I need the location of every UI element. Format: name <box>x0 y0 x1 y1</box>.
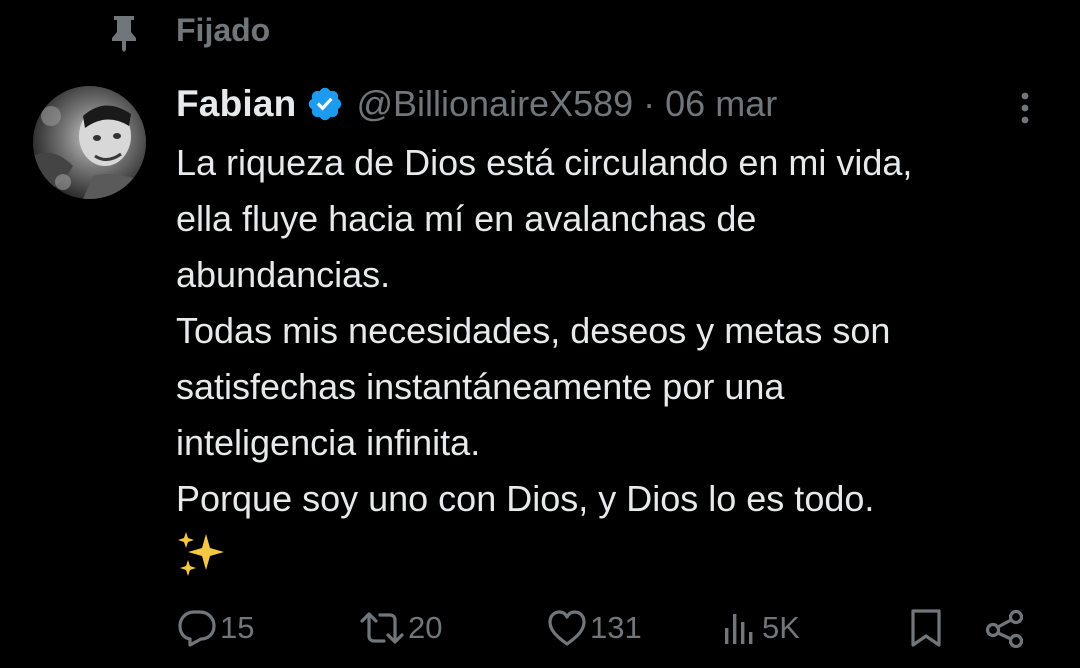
tweet-header: Fabian @BillionaireX589 · 06 mar <box>176 80 777 128</box>
tweet-text-line: abundancias. <box>176 254 391 295</box>
tweet-text-line: inteligencia infinita. <box>176 422 481 463</box>
views-icon <box>725 614 753 644</box>
like-count: 131 <box>590 610 642 645</box>
avatar[interactable] <box>33 86 146 199</box>
tweet-text-line: Todas mis necesidades, deseos y metas so… <box>176 310 891 351</box>
views-button[interactable]: 5K <box>720 606 800 650</box>
avatar-image <box>33 86 146 199</box>
tweet-text-line: satisfechas instantáneamente por una <box>176 366 785 407</box>
display-name[interactable]: Fabian <box>176 83 296 125</box>
pinned-indicator: Fijado <box>0 0 1080 62</box>
views-count: 5K <box>762 610 800 645</box>
heart-icon <box>548 610 586 646</box>
tweet-text-line: La riqueza de Dios está circulando en mi… <box>176 142 913 183</box>
bookmark-button[interactable] <box>908 606 944 650</box>
sparkles-icon <box>178 532 224 576</box>
verified-badge-icon[interactable] <box>306 85 344 123</box>
tweet-text-line: ella fluye hacia mí en avalanchas de <box>176 198 757 239</box>
retweet-icon <box>360 612 404 644</box>
user-handle[interactable]: @BillionaireX589 <box>356 83 633 125</box>
reply-count: 15 <box>220 610 255 645</box>
tweet-text: La riqueza de Dios está circulando en mi… <box>176 135 1056 527</box>
post-date[interactable]: 06 mar <box>665 83 777 125</box>
pin-icon <box>112 16 136 52</box>
reply-icon <box>178 610 216 647</box>
more-options-icon[interactable] <box>1008 88 1042 128</box>
bookmark-icon <box>911 609 941 647</box>
tweet-text-line: Porque soy uno con Dios, y Dios lo es to… <box>176 478 875 519</box>
retweet-button[interactable]: 20 <box>358 606 442 650</box>
pinned-label: Fijado <box>176 12 271 48</box>
share-button[interactable] <box>984 606 1026 650</box>
share-icon <box>985 609 1024 648</box>
reply-button[interactable]: 15 <box>176 606 254 650</box>
separator-dot: · <box>643 83 656 124</box>
like-button[interactable]: 131 <box>546 606 642 650</box>
retweet-count: 20 <box>408 610 443 645</box>
